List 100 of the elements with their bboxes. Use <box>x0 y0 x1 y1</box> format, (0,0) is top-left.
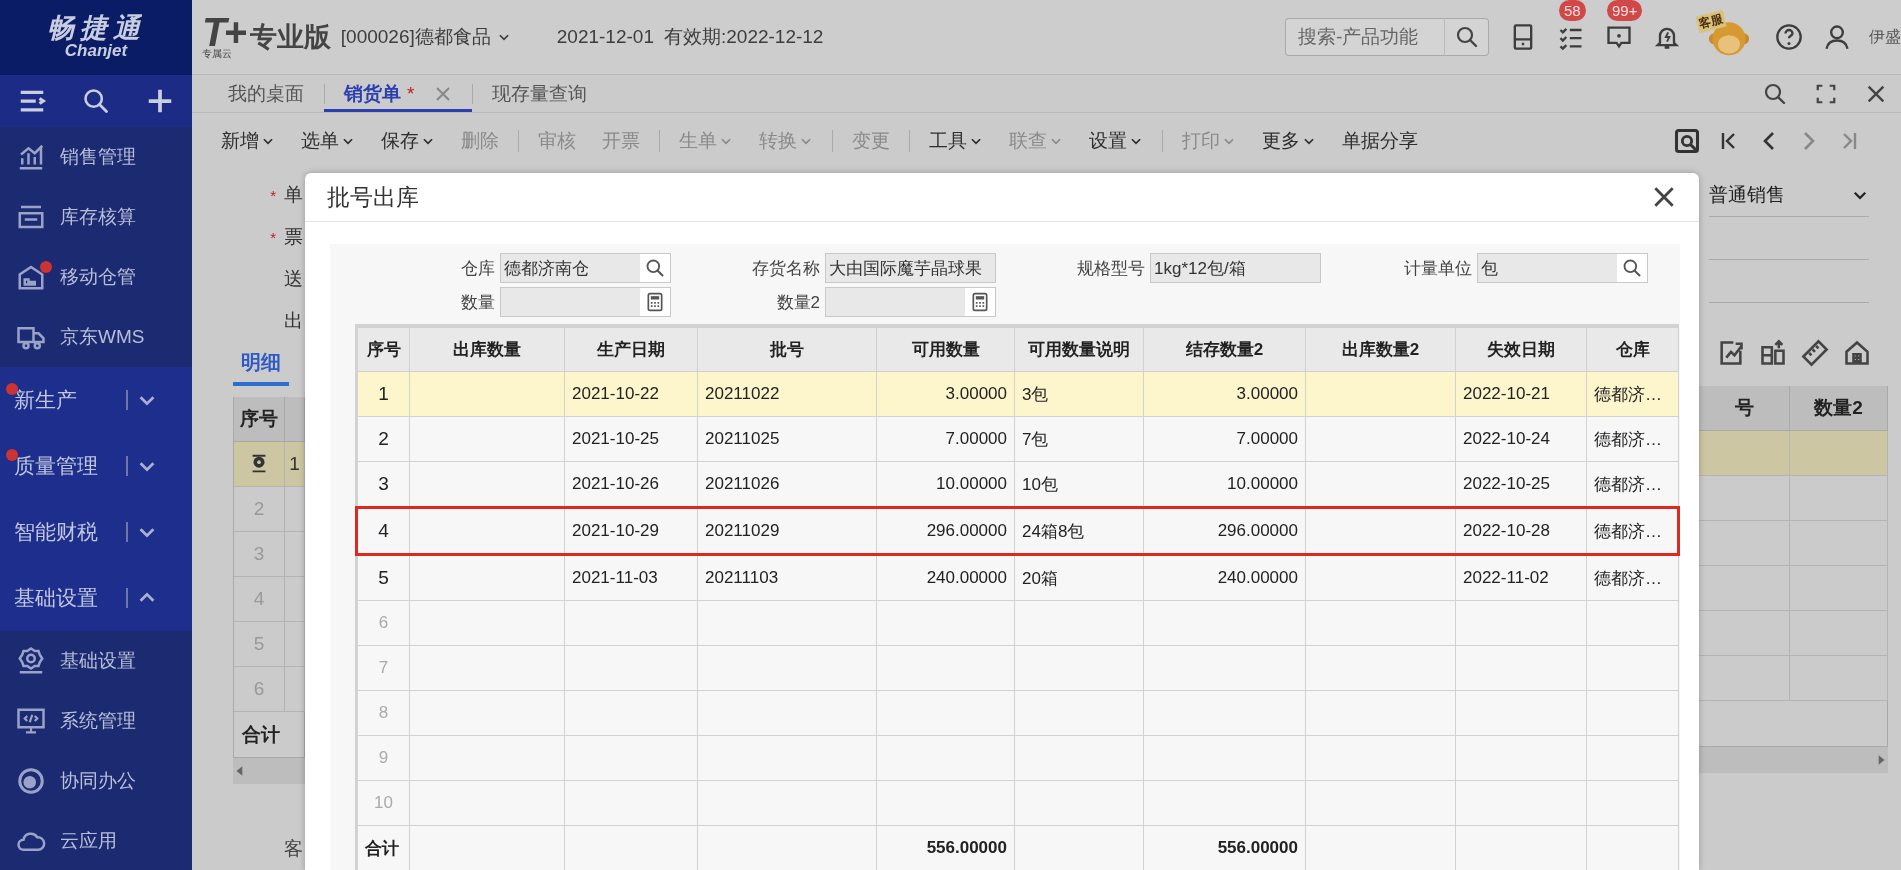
count-badge: 58 <box>1559 0 1586 21</box>
table-cell: 3.00000 <box>876 371 1015 417</box>
sidebar-group[interactable]: 新生产 <box>0 367 192 433</box>
sidebar-item[interactable]: 库存核算 <box>0 187 192 247</box>
column-header: 结存数量2 <box>1143 326 1306 372</box>
search-icon[interactable] <box>1622 258 1642 278</box>
field-label: 计量单位 <box>1403 257 1473 280</box>
calculator-icon[interactable] <box>970 292 990 312</box>
ring-icon <box>16 766 46 796</box>
ruler-icon[interactable] <box>1801 339 1829 367</box>
table-cell: 240.00000 <box>876 554 1015 601</box>
cloud-label: 专属云 <box>202 49 233 59</box>
detail-tab[interactable]: 明细 <box>233 349 289 386</box>
column-header: 生产日期 <box>564 326 698 372</box>
input-field[interactable] <box>825 287 996 317</box>
sidebar-item[interactable]: 云应用 <box>0 811 192 870</box>
calculator-icon[interactable] <box>645 292 665 312</box>
columns-icon[interactable] <box>1759 339 1787 367</box>
column-header: 出库数量2 <box>1305 326 1456 372</box>
table-cell: 德都济… <box>1586 371 1679 417</box>
sidebar-group[interactable]: 智能财税 <box>0 499 192 565</box>
toolbar-button[interactable]: 设置 <box>1076 127 1156 154</box>
column-header: 序号 <box>356 326 410 372</box>
search-icon[interactable] <box>1763 81 1787 106</box>
fullscreen-icon[interactable] <box>1815 82 1837 105</box>
tab[interactable]: 销货单 * <box>324 75 473 112</box>
sidebar-group[interactable]: 质量管理 <box>0 433 192 499</box>
support-tag: 客服 <box>1695 9 1727 34</box>
column-header: 失效日期 <box>1455 326 1587 372</box>
sidebar-item[interactable]: 协同办公 <box>0 751 192 811</box>
table-cell: 7包 <box>1014 416 1144 462</box>
user-icon[interactable] <box>1823 23 1851 51</box>
field-label: 数量2 <box>775 291 821 314</box>
sidebar-group[interactable]: 基础设置 <box>0 565 192 631</box>
column-header: 仓库 <box>1586 326 1679 372</box>
company-selector[interactable]: [000026]德都食品 <box>340 24 511 50</box>
dialog-title: 批号出库 <box>327 182 419 212</box>
search-icon[interactable] <box>82 87 110 115</box>
export-icon[interactable] <box>1717 339 1745 367</box>
total-cell: 556.00000 <box>1143 825 1306 870</box>
search-button[interactable] <box>1445 18 1489 56</box>
total-cell: 556.00000 <box>876 825 1015 870</box>
total-label: 合计 <box>356 825 410 870</box>
search-field[interactable]: 搜索-产品功能 <box>1285 18 1445 56</box>
column-header: 批号 <box>697 326 877 372</box>
row-number: 8 <box>356 690 410 736</box>
table-cell: 2022-10-28 <box>1455 507 1587 555</box>
table-cell: 24箱8包 <box>1014 507 1144 555</box>
sidebar-item[interactable]: 移动仓管 <box>0 247 192 307</box>
field-label: 出 <box>284 309 303 333</box>
column-header: 数量2 <box>1790 386 1888 431</box>
home-icon[interactable] <box>1843 339 1871 367</box>
tab[interactable]: 我的桌面 <box>208 75 324 112</box>
input-field[interactable]: 1kg*12包/箱 <box>1150 253 1321 283</box>
search-icon[interactable] <box>645 258 665 278</box>
table-cell: 240.00000 <box>1143 554 1306 601</box>
product-logo: T+ <box>202 15 244 49</box>
toolbar-button[interactable]: 选单 <box>288 127 368 154</box>
field-label: 送 <box>284 267 303 291</box>
sidebar-item[interactable]: 销售管理 <box>0 127 192 187</box>
table-row[interactable]: 3 2021-10-26 20211026 10.00000 10包 10.00000 2022-10-25 德都济… <box>356 461 1679 508</box>
input-field[interactable]: 包 <box>1477 253 1648 283</box>
table-cell: 3.00000 <box>1143 371 1306 417</box>
column-header: 可用数量说明 <box>1014 326 1144 372</box>
row-number: 6 <box>356 600 410 646</box>
user-name[interactable]: 伊盛 <box>1869 26 1901 48</box>
total-label: 合计 <box>242 722 280 747</box>
search-icon[interactable] <box>1454 25 1479 49</box>
input-field[interactable] <box>500 287 671 317</box>
required-mark: * <box>270 228 276 246</box>
table-row[interactable]: 1 2021-10-22 20211022 3.00000 3包 3.00000 2022-10-21 德都济… <box>356 371 1679 417</box>
table-cell: 2021-10-25 <box>564 416 698 462</box>
toolbar-button[interactable]: 单据分享 <box>1329 127 1431 154</box>
toolbar-button[interactable]: 更多 <box>1249 127 1329 154</box>
input-field[interactable]: 德都济南仓 <box>500 253 671 283</box>
logo-title: 畅捷通 <box>46 14 146 42</box>
column-header: 序号 <box>234 397 285 442</box>
sidebar-item[interactable]: 基础设置 <box>0 631 192 691</box>
table-cell: 2022-10-24 <box>1455 416 1587 462</box>
table-row[interactable]: 2 2021-10-25 20211025 7.00000 7包 7.00000 2022-10-24 德都济… <box>356 416 1679 462</box>
table-cell: 1 <box>289 453 300 475</box>
sidebar-item[interactable]: 系统管理 <box>0 691 192 751</box>
toolbar-button[interactable]: 新增 <box>208 127 288 154</box>
table-row[interactable]: 5 2021-11-03 20211103 240.00000 20箱 240.00000 2022-11-02 德都济… <box>356 554 1679 601</box>
table-cell: 2021-10-22 <box>564 371 698 417</box>
preview-icon[interactable] <box>1673 126 1701 155</box>
row-number: 1 <box>356 371 410 417</box>
table-cell: 3包 <box>1014 371 1144 417</box>
tab[interactable]: 现存量查询 <box>472 75 608 112</box>
monitor-icon <box>16 706 46 736</box>
sidebar-item[interactable]: 京东WMS <box>0 307 192 367</box>
field-label: 客 <box>283 837 304 861</box>
type-dropdown[interactable]: 普通销售 <box>1709 174 1869 217</box>
toolbar-button[interactable]: 工具 <box>916 127 996 154</box>
help-icon[interactable] <box>1775 23 1803 51</box>
table-row[interactable]: 4 2021-10-29 20211029 296.00000 24箱8包 296.00000 2022-10-28 德都济… <box>356 507 1679 555</box>
input-field[interactable]: 大由国际魔芋晶球果 <box>825 253 996 283</box>
toolbar-button[interactable]: 保存 <box>368 127 448 154</box>
logo-subtitle: Chanjet <box>64 41 128 61</box>
column-header: 出库数量 <box>409 326 565 372</box>
